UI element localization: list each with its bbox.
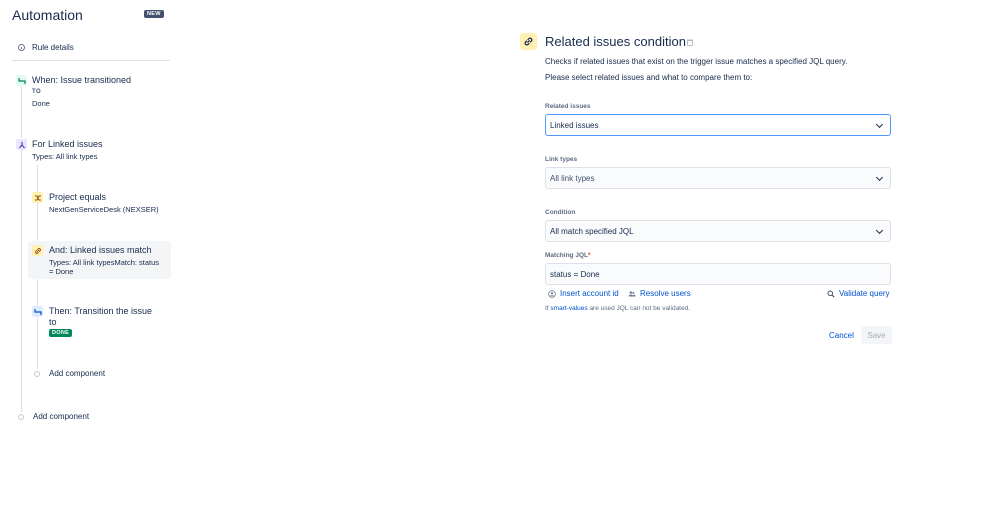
jql-hint: If smart-values are used JQL can not be … <box>545 305 690 312</box>
chevron-down-icon <box>875 226 884 235</box>
related-issues-select[interactable]: Linked issues <box>545 114 891 136</box>
add-component-label: Add component <box>33 412 90 421</box>
link-types-select[interactable]: All link types <box>545 167 891 189</box>
panel-title: Related issues condition <box>545 34 686 49</box>
chevron-down-icon <box>875 173 884 182</box>
trigger-caption: TO <box>32 89 42 95</box>
project-condition-title: Project equals <box>49 192 107 202</box>
rule-details-label: Rule details <box>32 43 74 52</box>
linked-issues-condition-sub-2: = Done <box>49 267 74 276</box>
linked-issues-condition-sub-1: Types: All link typesMatch: status <box>49 258 160 267</box>
add-component-label: Add component <box>49 369 106 378</box>
chevron-down-icon <box>875 120 884 129</box>
shuffle-icon <box>32 192 43 203</box>
app-title: Automation <box>12 7 83 23</box>
link-types-label: Link types <box>545 156 578 163</box>
linked-issues-condition-title: And: Linked issues match <box>49 245 152 255</box>
panel-description: Checks if related issues that exist on t… <box>545 57 848 66</box>
add-component-inner[interactable]: Add component <box>34 369 105 378</box>
related-issues-label: Related issues <box>545 103 591 110</box>
project-condition-sub: NextGenServiceDesk (NEXSER) <box>49 205 159 214</box>
matching-jql-label: Matching JQL <box>545 252 588 259</box>
insert-account-id-button[interactable]: Insert account id <box>548 289 619 298</box>
related-issues-value: Linked issues <box>550 120 599 130</box>
link-icon <box>520 33 537 50</box>
add-dot-icon <box>18 413 24 420</box>
resolve-users-label: Resolve users <box>640 289 691 298</box>
validate-query-label: Validate query <box>839 289 890 298</box>
panel-instruction: Please select related issues and what to… <box>545 73 753 82</box>
add-dot-icon <box>34 370 40 377</box>
resolve-users-button[interactable]: Resolve users <box>628 289 691 298</box>
info-icon <box>18 44 25 51</box>
transition-icon <box>16 75 27 86</box>
branch-title: For Linked issues <box>32 139 103 149</box>
link-icon <box>32 245 43 256</box>
search-icon <box>827 290 835 298</box>
condition-label: Condition <box>545 209 576 216</box>
people-icon <box>628 290 636 296</box>
validate-query-button[interactable]: Validate query <box>827 289 890 298</box>
trigger-title: When: Issue transitioned <box>32 75 132 85</box>
required-mark: * <box>587 252 591 259</box>
matching-jql-input[interactable] <box>545 263 891 285</box>
transition-icon <box>32 306 43 317</box>
smart-values-link[interactable]: smart-values <box>550 305 587 312</box>
rule-details-link[interactable]: Rule details <box>18 43 74 52</box>
action-title-2: to <box>49 317 57 327</box>
branch-sub: Types: All link types <box>32 152 98 161</box>
trash-icon[interactable] <box>687 39 693 46</box>
hint-suffix: are used JQL can not be validated. <box>587 305 691 312</box>
condition-config-panel: Related issues condition Checks if relat… <box>520 0 900 526</box>
user-circle-icon <box>548 289 556 298</box>
condition-value: All match specified JQL <box>550 226 634 236</box>
link-types-value: All link types <box>550 173 595 183</box>
cancel-button[interactable]: Cancel <box>825 326 858 344</box>
connector-line <box>21 86 22 138</box>
new-badge: NEW <box>144 10 164 18</box>
matching-jql-label-group: Matching JQL* <box>545 252 591 259</box>
rule-sidebar: Automation NEW Rule details When: Issue … <box>0 0 175 526</box>
save-button[interactable]: Save <box>861 326 892 344</box>
status-lozenge: DONE <box>49 329 73 337</box>
trigger-value: Done <box>32 99 50 108</box>
branch-icon <box>16 139 27 150</box>
connector-line <box>21 150 22 412</box>
add-component-outer[interactable]: Add component <box>18 412 89 421</box>
condition-select[interactable]: All match specified JQL <box>545 220 891 242</box>
sidebar-divider <box>12 60 170 61</box>
action-title-1: Then: Transition the issue <box>49 306 153 316</box>
insert-account-id-label: Insert account id <box>560 289 619 298</box>
